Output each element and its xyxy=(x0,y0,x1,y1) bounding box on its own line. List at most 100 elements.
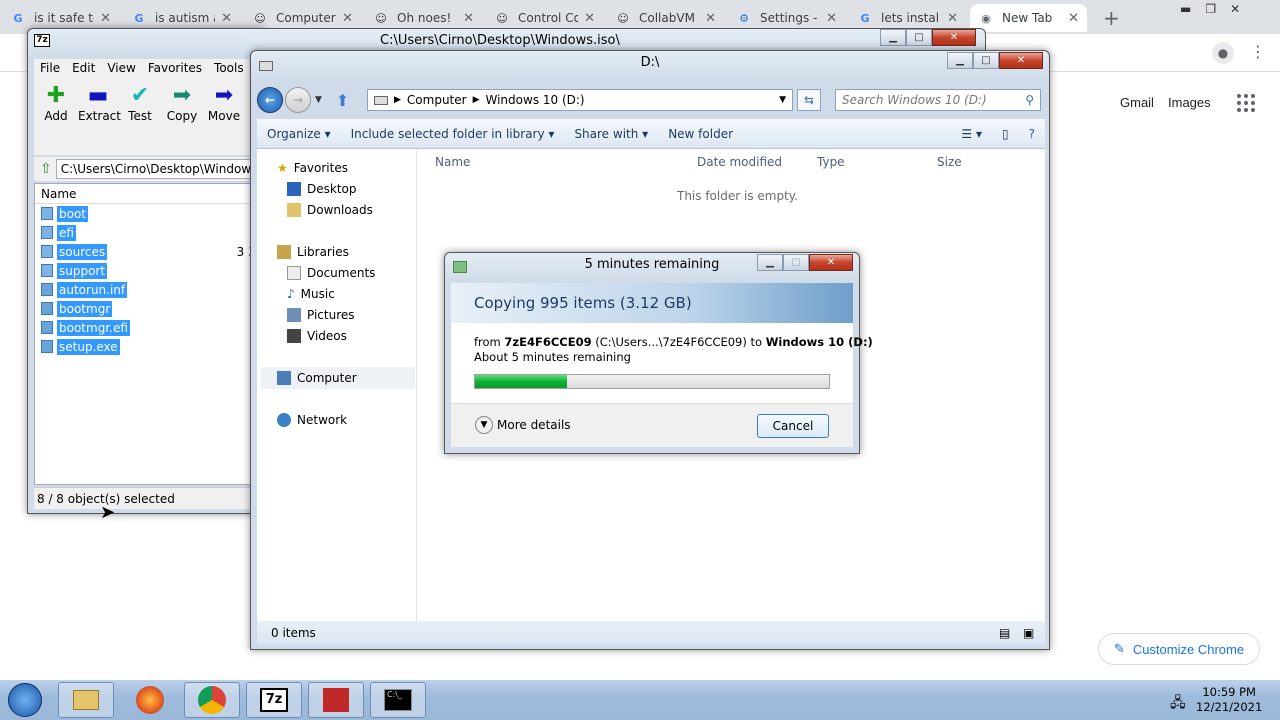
copy-button[interactable]: ➡ Copy xyxy=(162,83,202,123)
copy-source[interactable]: 7zE4F6CCE09 xyxy=(504,335,591,349)
file-row[interactable]: sources3 310 xyxy=(35,242,273,261)
tree-favorites[interactable]: ★ Favorites xyxy=(277,161,348,175)
file-row[interactable]: efi21 xyxy=(35,223,273,242)
taskbar-cmd-icon[interactable]: C:\_ xyxy=(370,682,426,718)
new-folder-button[interactable]: New folder xyxy=(658,127,743,141)
refresh-icon[interactable]: ⇆ xyxy=(797,89,821,111)
menu-icon[interactable]: ⋮ xyxy=(1250,42,1266,61)
taskbar-explorer-icon[interactable] xyxy=(58,682,114,718)
browser-tab[interactable]: ◉ New Tab ✕ xyxy=(970,4,1087,32)
menu-view[interactable]: View xyxy=(101,59,141,79)
restore-icon[interactable]: ❐ xyxy=(1205,2,1216,16)
menu-tools[interactable]: Tools xyxy=(208,59,250,79)
close-icon[interactable]: ✕ xyxy=(932,29,976,46)
column-type[interactable]: Type xyxy=(817,155,845,169)
profile-icon[interactable]: ● xyxy=(1212,42,1234,64)
recent-dropdown-icon[interactable]: ▼ xyxy=(315,95,322,105)
file-row[interactable]: bootmgr.efi1 xyxy=(35,318,273,337)
navigation-pane: ★ Favorites Desktop Downloads Libraries D… xyxy=(257,149,417,621)
close-icon[interactable]: ✕ xyxy=(809,254,853,271)
column-size[interactable]: Size xyxy=(937,155,962,169)
sevenzip-path-input[interactable]: C:\Users\Cirno\Desktop\Windows xyxy=(55,159,274,179)
tab-close-icon[interactable]: ✕ xyxy=(1068,11,1079,26)
column-date-modified[interactable]: Date modified xyxy=(697,155,782,169)
network-tray-icon[interactable]: 🖧 xyxy=(1170,692,1186,716)
tab-close-icon[interactable]: ✕ xyxy=(463,11,474,26)
tree-desktop[interactable]: Desktop xyxy=(287,182,357,196)
taskbar-7zip-icon[interactable]: 7z xyxy=(246,682,302,718)
tree-pictures[interactable]: Pictures xyxy=(287,308,355,322)
apps-grid-icon[interactable] xyxy=(1237,94,1255,112)
details-view-icon[interactable]: ▤ xyxy=(999,621,1010,645)
explorer-search-input[interactable]: Search Windows 10 (D:) ⚲ xyxy=(835,89,1041,111)
file-row[interactable]: boot18 xyxy=(35,204,273,223)
close-icon[interactable]: ✕ xyxy=(1230,2,1240,16)
extract-button[interactable]: ▬ Extract xyxy=(78,83,121,123)
tree-documents[interactable]: Documents xyxy=(287,266,375,280)
maximize-icon[interactable]: □ xyxy=(906,29,932,46)
address-dropdown-icon[interactable]: ▼ xyxy=(779,95,786,105)
tree-libraries[interactable]: Libraries xyxy=(277,245,349,259)
tree-downloads[interactable]: Downloads xyxy=(287,203,373,217)
add-button[interactable]: ✚ Add xyxy=(36,83,76,123)
include-library-button[interactable]: Include selected folder in library ▾ xyxy=(341,127,565,141)
sevenzip-caption-buttons-top: ▁ □ ✕ xyxy=(880,29,976,46)
taskbar-clock[interactable]: 10:59 PM 12/21/2021 xyxy=(1196,685,1262,715)
tree-network[interactable]: Network xyxy=(277,413,347,427)
close-icon[interactable]: ✕ xyxy=(999,52,1043,69)
file-row[interactable]: bootmgr xyxy=(35,299,273,318)
minimize-icon[interactable]: ▁ xyxy=(757,254,783,271)
file-row[interactable]: autorun.inf xyxy=(35,280,273,299)
chrome-icon: ◉ xyxy=(981,11,991,25)
back-icon[interactable]: ← xyxy=(257,87,283,113)
minimize-icon[interactable]: ▁ xyxy=(880,29,906,46)
breadcrumb-computer[interactable]: Computer xyxy=(407,93,467,107)
tab-close-icon[interactable]: ✕ xyxy=(705,11,716,26)
tab-close-icon[interactable]: ✕ xyxy=(221,11,232,26)
forward-icon[interactable]: → xyxy=(285,87,311,113)
up-folder-icon[interactable]: ⇧ xyxy=(40,161,52,177)
column-name[interactable]: Name xyxy=(435,155,470,169)
cancel-button[interactable]: Cancel xyxy=(757,414,829,438)
move-button[interactable]: ➡ Move xyxy=(204,83,244,123)
images-link[interactable]: Images xyxy=(1168,95,1211,110)
preview-pane-icon[interactable]: ▯ xyxy=(992,127,1019,141)
new-tab-button[interactable]: + xyxy=(1103,6,1120,30)
more-details-button[interactable]: ▼ More details xyxy=(475,416,571,434)
explorer-address-bar[interactable]: ▶ Computer ▶ Windows 10 (D:) ▼ xyxy=(367,89,793,111)
test-button[interactable]: ✔ Test xyxy=(120,83,160,123)
copy-destination[interactable]: Windows 10 (D:) xyxy=(766,335,873,349)
maximize-icon[interactable]: □ xyxy=(973,52,999,69)
minimize-icon[interactable]: ▁ xyxy=(947,52,973,69)
tab-close-icon[interactable]: ✕ xyxy=(826,11,837,26)
file-row[interactable]: setup.exe xyxy=(35,337,273,356)
menu-edit[interactable]: Edit xyxy=(66,59,101,79)
breadcrumb-drive[interactable]: Windows 10 (D:) xyxy=(486,93,585,107)
start-orb-icon[interactable] xyxy=(8,683,42,717)
minimize-icon[interactable]: ▬ xyxy=(1180,2,1191,16)
taskbar-app-icon[interactable] xyxy=(308,682,364,718)
share-with-button[interactable]: Share with ▾ xyxy=(564,127,658,141)
tab-close-icon[interactable]: ✕ xyxy=(947,11,958,26)
gmail-link[interactable]: Gmail xyxy=(1120,95,1154,110)
taskbar-chrome-icon[interactable] xyxy=(184,682,240,718)
menu-file[interactable]: File xyxy=(34,59,66,79)
menu-favorites[interactable]: Favorites xyxy=(142,59,208,79)
file-row[interactable]: support xyxy=(35,261,273,280)
help-icon[interactable]: ? xyxy=(1019,127,1045,141)
copy-time-remaining: About 5 minutes remaining xyxy=(474,350,631,364)
tree-music[interactable]: ♪ Music xyxy=(287,287,335,301)
tree-computer[interactable]: Computer xyxy=(277,371,357,385)
sevenzip-window: 7z C:\Users\Cirno\Desktop\Windows.iso\ F… xyxy=(27,28,628,514)
taskbar-firefox-icon[interactable] xyxy=(122,682,178,718)
column-name-header[interactable]: Name xyxy=(35,184,273,204)
tiles-view-icon[interactable]: ▣ xyxy=(1023,621,1034,645)
tab-close-icon[interactable]: ✕ xyxy=(100,11,111,26)
up-arrow-icon[interactable]: ⬆ xyxy=(336,91,349,110)
organize-button[interactable]: Organize ▾ xyxy=(257,127,341,141)
tab-close-icon[interactable]: ✕ xyxy=(584,11,595,26)
view-options-icon[interactable]: ☰ ▾ xyxy=(951,127,992,141)
tab-close-icon[interactable]: ✕ xyxy=(342,11,353,26)
tree-videos[interactable]: Videos xyxy=(287,329,347,343)
customize-chrome-button[interactable]: ✎ Customize Chrome xyxy=(1098,633,1260,665)
